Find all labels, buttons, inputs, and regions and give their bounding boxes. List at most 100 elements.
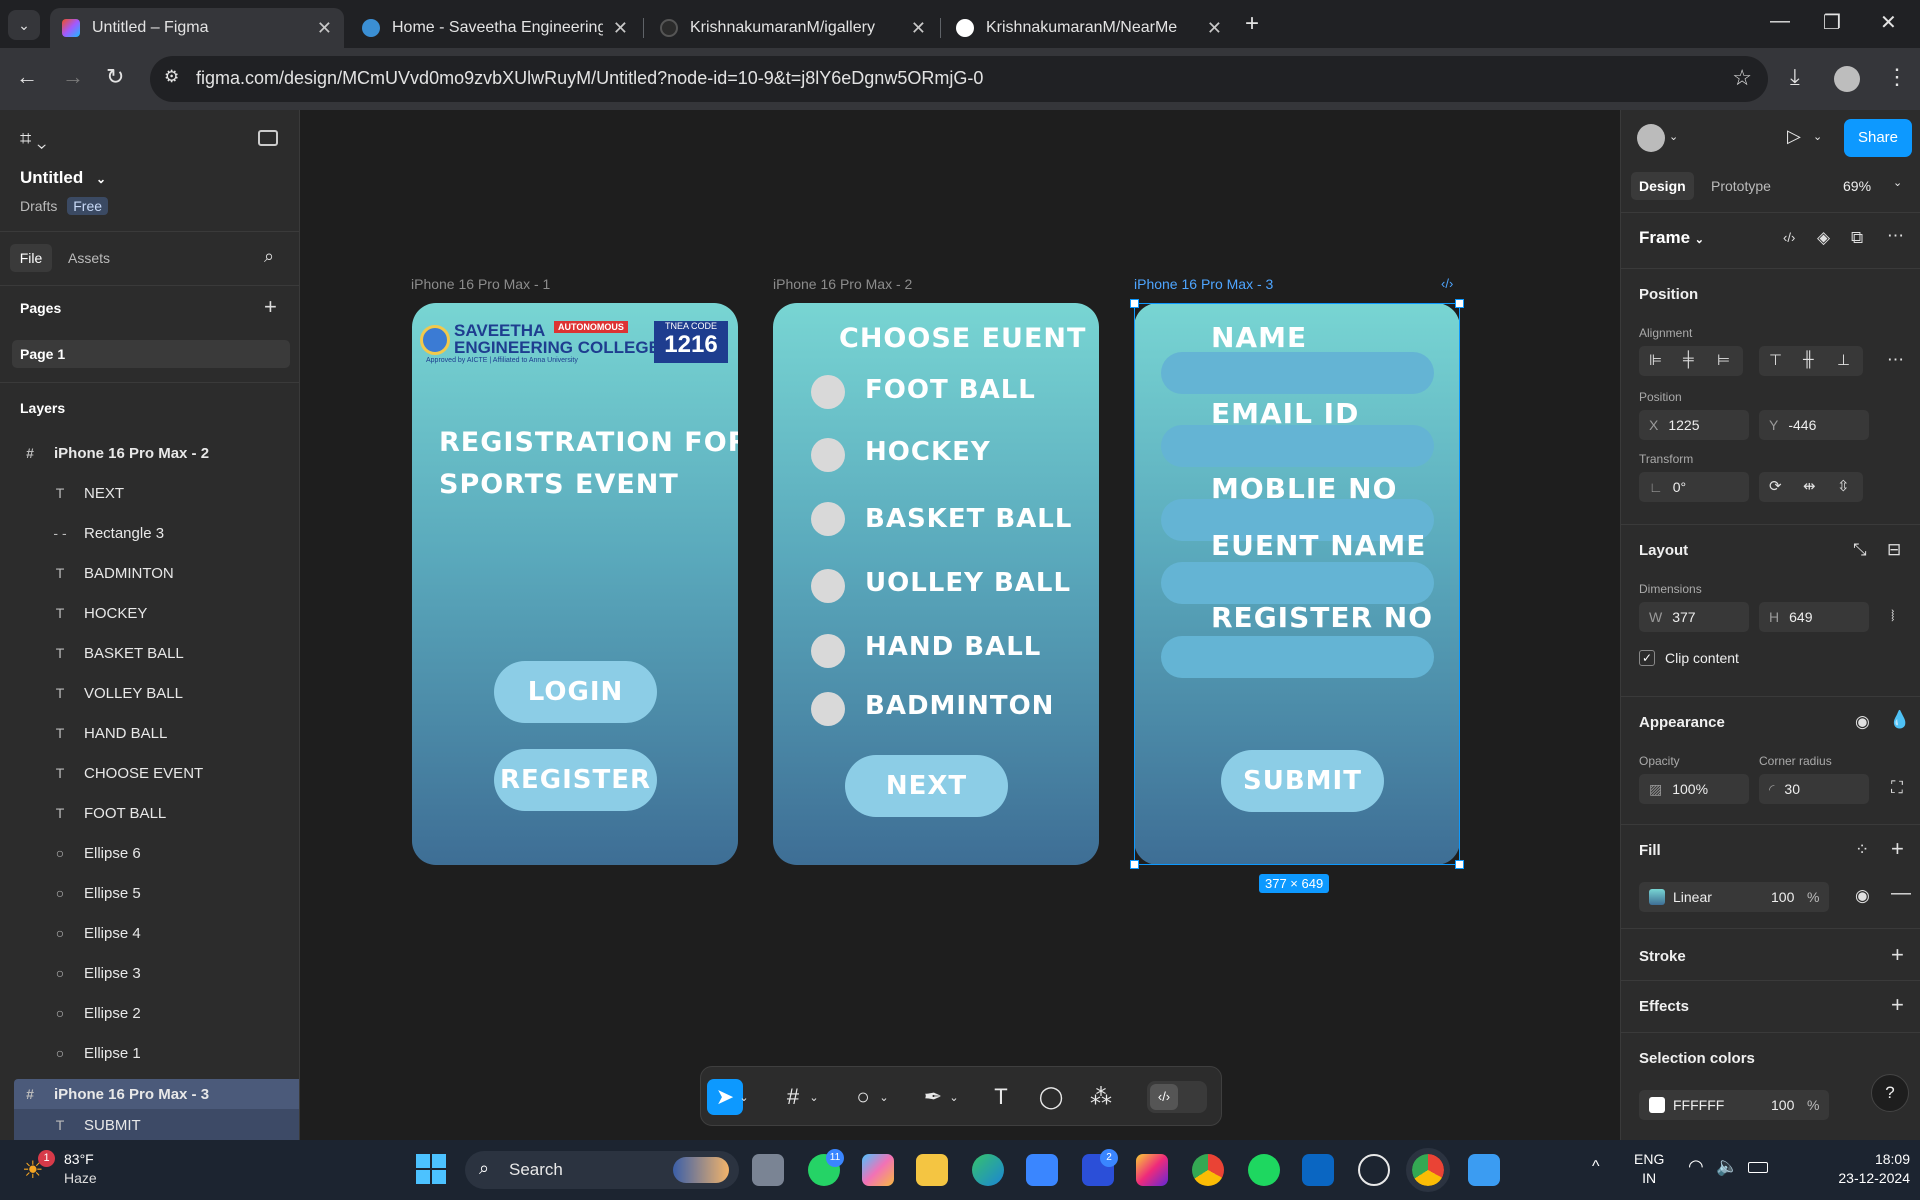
help-icon[interactable]: ? (1871, 1074, 1909, 1112)
tab-file[interactable]: File (10, 244, 52, 272)
file-explorer-icon[interactable] (916, 1154, 948, 1186)
drafts-label[interactable]: Drafts Free (20, 197, 109, 215)
chevron-down-icon[interactable]: ⌄ (947, 1079, 961, 1115)
chevron-down-icon[interactable]: ⌄ (877, 1079, 891, 1115)
comment-tool-icon[interactable]: ◯ (1033, 1079, 1069, 1115)
language-indicator[interactable]: ENG IN (1634, 1150, 1664, 1188)
chevron-down-icon[interactable]: ⌄ (737, 1079, 751, 1115)
taskbar-search[interactable]: ⌕ Search (465, 1151, 739, 1189)
linkedin-icon[interactable] (1302, 1154, 1334, 1186)
zoom-level[interactable]: 69% (1843, 178, 1871, 194)
eye-icon[interactable]: ◉ (1855, 886, 1870, 906)
radio-basketball[interactable] (811, 502, 845, 536)
browser-menu-icon[interactable]: ⋮ (1886, 64, 1908, 90)
layer-item[interactable]: ○ Ellipse 6 (0, 833, 299, 873)
download-icon[interactable]: ⤓ (1790, 64, 1800, 90)
x-input[interactable]: X 1225 (1639, 410, 1749, 440)
frame-label[interactable]: iPhone 16 Pro Max - 2 (773, 276, 912, 292)
text-tool-icon[interactable]: T (983, 1079, 1019, 1115)
tab-saveetha[interactable]: Home - Saveetha Engineering C ✕ (350, 8, 640, 48)
radio-badminton[interactable] (811, 692, 845, 726)
reload-icon[interactable]: ↻ (106, 64, 124, 90)
clip-content-checkbox[interactable]: ✓ (1639, 650, 1655, 666)
align-left-icon[interactable]: ⊫ (1649, 351, 1662, 369)
tab-assets[interactable]: Assets (68, 250, 110, 266)
tab-prototype[interactable]: Prototype (1711, 178, 1771, 194)
color-swatch[interactable] (1649, 1097, 1665, 1113)
code-icon[interactable]: ‹/› (1441, 276, 1453, 291)
tab-figma[interactable]: Untitled – Figma ✕ (50, 8, 344, 48)
share-button[interactable]: Share (1844, 119, 1912, 157)
code-icon[interactable]: ‹/› (1783, 230, 1795, 245)
chevron-down-icon[interactable]: ⌄ (1813, 130, 1822, 143)
layer-item[interactable]: ○ Ellipse 2 (0, 993, 299, 1033)
battery-icon[interactable] (1748, 1162, 1768, 1173)
collapse-icon[interactable]: ⤡ (1853, 540, 1867, 560)
layer-item[interactable]: ○ Ellipse 5 (0, 873, 299, 913)
forward-icon[interactable]: → (62, 64, 84, 90)
layer-frame-2[interactable]: # iPhone 16 Pro Max - 2 (0, 433, 299, 473)
radio-hockey[interactable] (811, 438, 845, 472)
clock[interactable]: 18:09 23-12-2024 (1800, 1150, 1910, 1188)
close-tab-icon[interactable]: ✕ (1207, 18, 1222, 39)
more-icon[interactable]: ⋯ (1887, 350, 1904, 370)
component-icon[interactable]: ◈ (1817, 228, 1830, 248)
back-icon[interactable]: ← (16, 64, 38, 90)
next-button[interactable]: NEXT (845, 755, 1008, 817)
remove-fill-icon[interactable]: — (1891, 882, 1911, 905)
styles-grid-icon[interactable]: ⁘ (1855, 840, 1869, 860)
layer-item[interactable]: T HAND BALL (0, 713, 299, 753)
layer-item[interactable]: T HOCKEY (0, 593, 299, 633)
layer-item[interactable]: T NEXT (0, 473, 299, 513)
resize-handle[interactable] (1130, 860, 1139, 869)
volume-icon[interactable]: 🔈 (1716, 1156, 1738, 1177)
frame-label[interactable]: iPhone 16 Pro Max - 3 (1134, 276, 1273, 292)
chrome-profile-icon[interactable] (1406, 1148, 1450, 1192)
profile-avatar[interactable] (1834, 66, 1860, 92)
auto-layout-icon[interactable]: ⊟ (1887, 540, 1901, 560)
tab-nearme[interactable]: KrishnakumaranM/NearMe ✕ (944, 8, 1234, 48)
frame-tool-icon[interactable]: # (775, 1079, 811, 1115)
eye-icon[interactable]: ◉ (1855, 712, 1870, 732)
align-top-icon[interactable]: ⊤ (1769, 351, 1782, 369)
y-input[interactable]: Y -446 (1759, 410, 1869, 440)
page-item-1[interactable]: Page 1 (12, 340, 290, 368)
shape-tool-icon[interactable]: ○ (845, 1079, 881, 1115)
layer-item[interactable]: T BASKET BALL (0, 633, 299, 673)
layer-item[interactable]: T VOLLEY BALL (0, 673, 299, 713)
weather-widget[interactable]: ☀ 1 83°F Haze (22, 1150, 142, 1190)
corner-radius-input[interactable]: ◜ 30 (1759, 774, 1869, 804)
close-tab-icon[interactable]: ✕ (911, 18, 926, 39)
frame-label[interactable]: iPhone 16 Pro Max - 1 (411, 276, 550, 292)
edge-icon[interactable] (972, 1154, 1004, 1186)
opacity-input[interactable]: ▨ 100% (1639, 774, 1749, 804)
close-window-icon[interactable]: ✕ (1880, 10, 1897, 35)
user-avatar[interactable] (1637, 124, 1665, 152)
figma-main-menu-icon[interactable]: ⌗ ⌄ (20, 128, 46, 151)
close-tab-icon[interactable]: ✕ (613, 18, 628, 39)
minimize-icon[interactable]: — (1770, 10, 1790, 33)
canvas[interactable]: iPhone 16 Pro Max - 1 SAVEETHA AUTONOMOU… (301, 110, 1619, 1140)
align-center-v-icon[interactable]: ╫ (1803, 351, 1814, 368)
radio-volleyball[interactable] (811, 569, 845, 603)
chevron-down-icon[interactable]: ⌄ (1893, 176, 1902, 189)
resize-handle[interactable] (1130, 299, 1139, 308)
store-icon[interactable] (1026, 1154, 1058, 1186)
task-view-icon[interactable] (752, 1154, 784, 1186)
site-info-icon[interactable]: ⚙ (164, 67, 179, 87)
chevron-down-icon[interactable]: ⌄ (807, 1079, 821, 1115)
layer-item[interactable]: T CHOOSE EVENT (0, 753, 299, 793)
add-effect-icon[interactable]: + (1891, 992, 1904, 1018)
spotify-icon[interactable] (1248, 1154, 1280, 1186)
layer-item[interactable]: - - Rectangle 3 (0, 513, 299, 553)
copilot-icon[interactable] (862, 1154, 894, 1186)
add-fill-icon[interactable]: + (1891, 836, 1904, 862)
fill-swatch[interactable] (1649, 889, 1665, 905)
align-bottom-icon[interactable]: ⊥ (1837, 351, 1850, 369)
actions-tool-icon[interactable]: ⁂ (1083, 1079, 1119, 1115)
add-stroke-icon[interactable]: + (1891, 942, 1904, 968)
instagram-icon[interactable] (1136, 1154, 1168, 1186)
phone-frame-1[interactable]: SAVEETHA AUTONOMOUS ENGINEERING COLLEGE … (412, 303, 738, 865)
resize-handle[interactable] (1455, 299, 1464, 308)
height-input[interactable]: H 649 (1759, 602, 1869, 632)
